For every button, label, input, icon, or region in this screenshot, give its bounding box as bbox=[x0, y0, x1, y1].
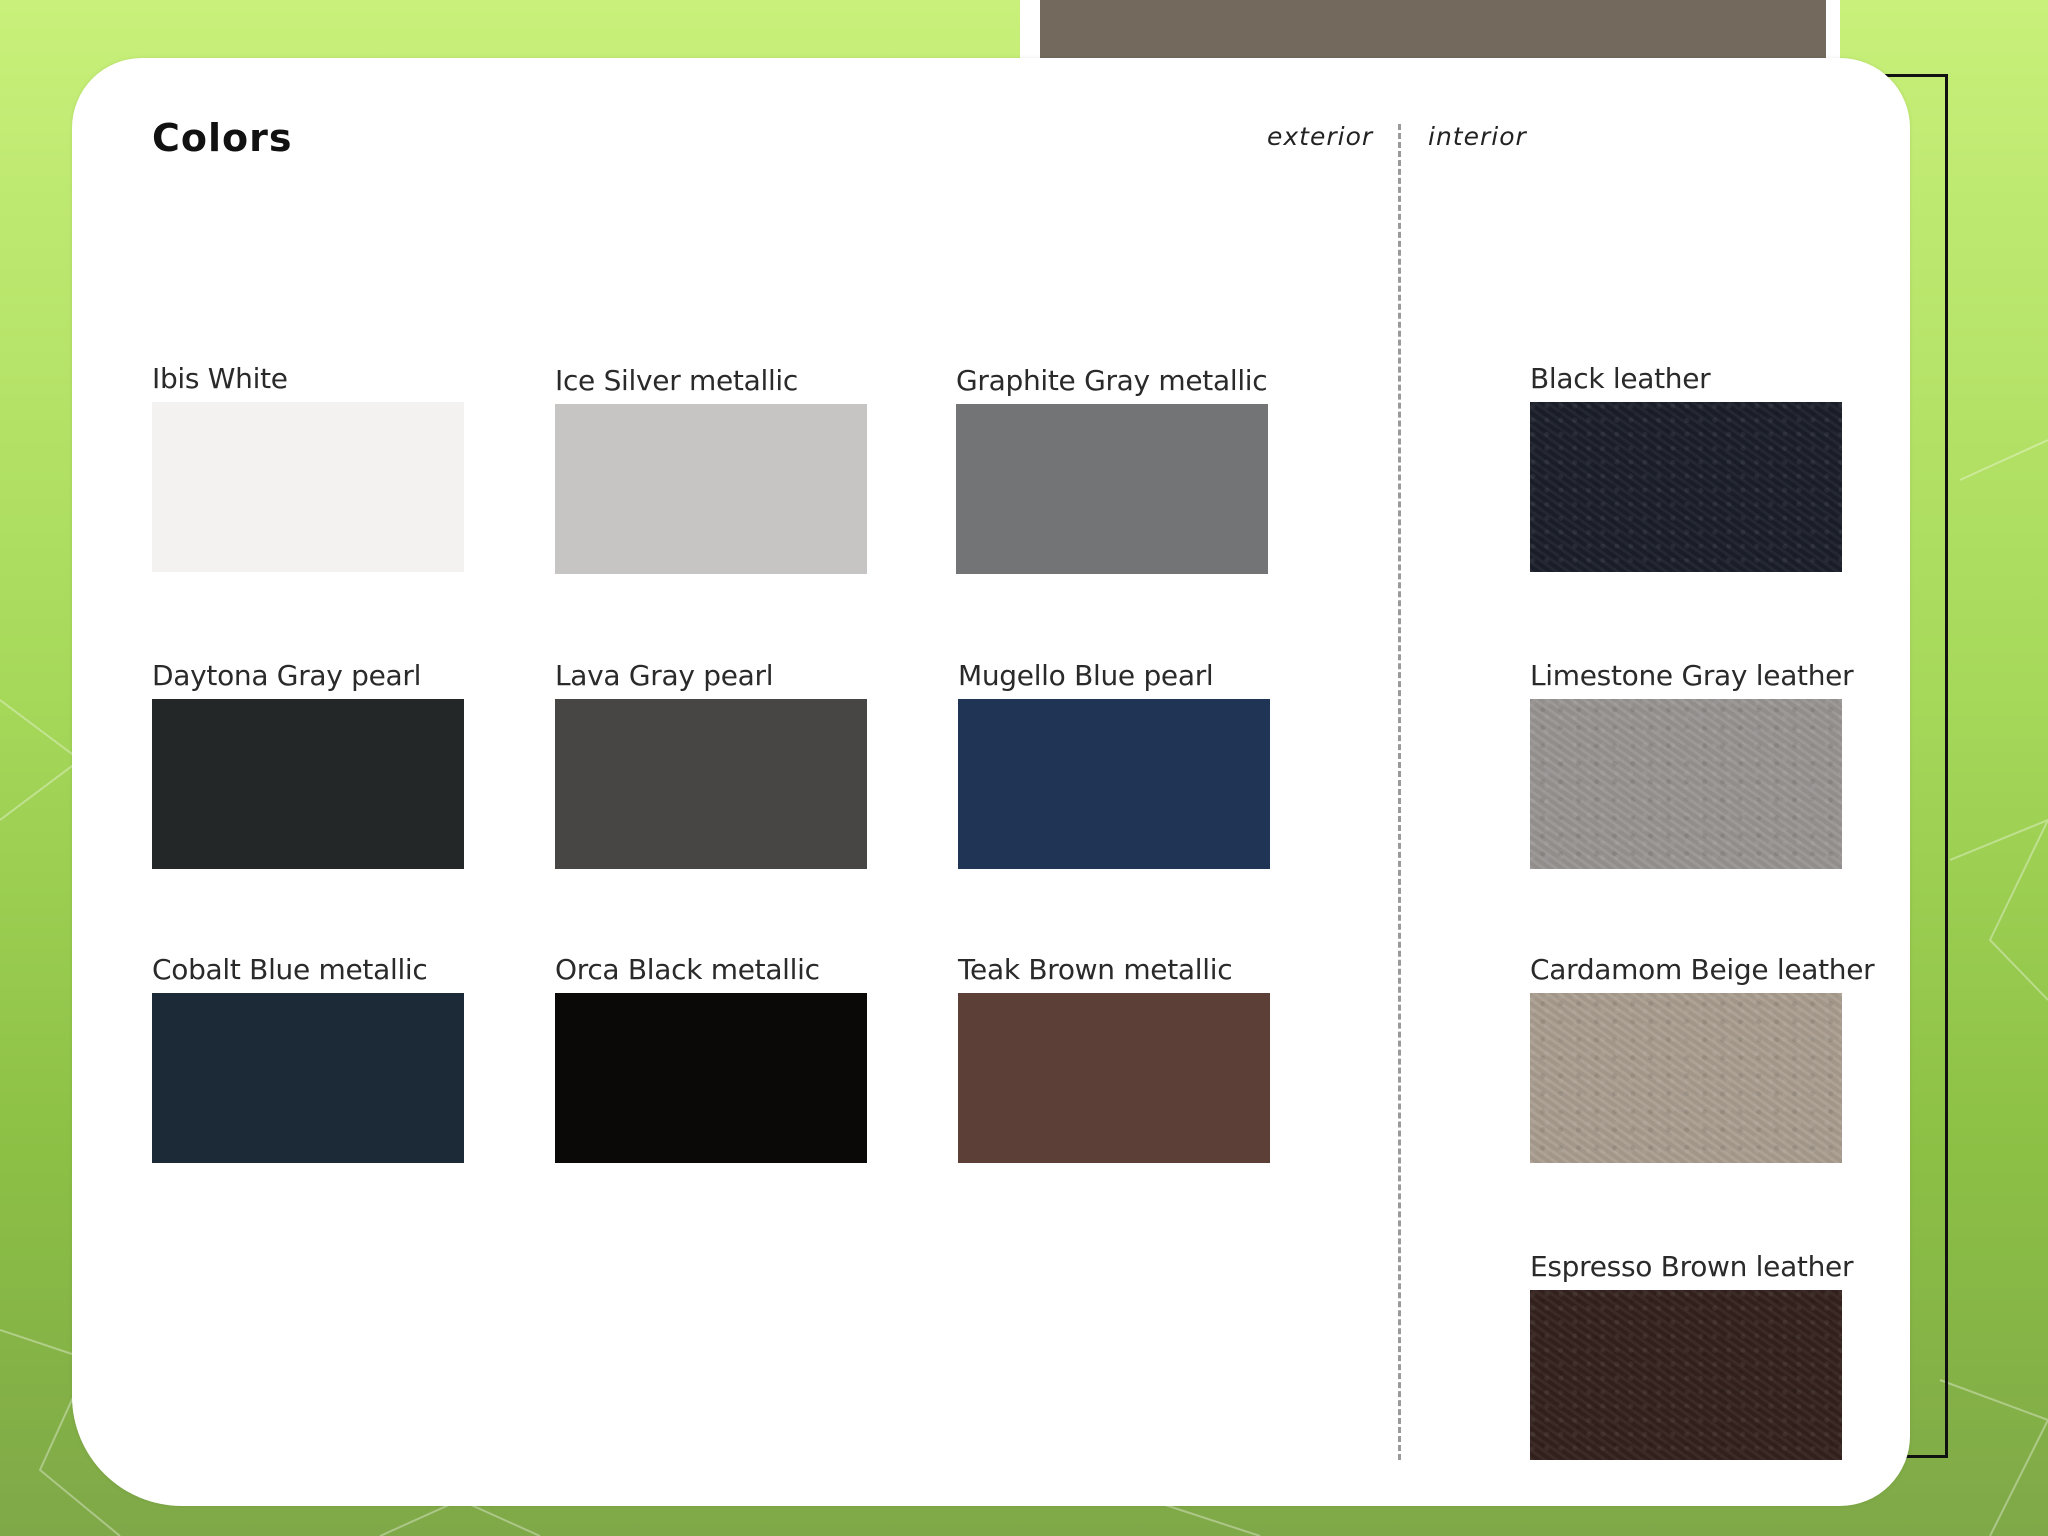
leather-swatch bbox=[1530, 699, 1842, 869]
top-photo bbox=[1040, 0, 1826, 60]
interior-label: interior bbox=[1428, 122, 1527, 151]
swatch-label: Ibis White bbox=[152, 362, 288, 395]
leather-swatch bbox=[1530, 1290, 1842, 1460]
leather-swatch bbox=[1530, 402, 1842, 572]
color-swatch bbox=[555, 993, 867, 1163]
color-swatch bbox=[956, 404, 1268, 574]
swatch-label: Orca Black metallic bbox=[555, 953, 820, 986]
swatch-label: Cobalt Blue metallic bbox=[152, 953, 428, 986]
color-swatch bbox=[958, 699, 1270, 869]
color-swatch bbox=[555, 699, 867, 869]
swatch-label: Lava Gray pearl bbox=[555, 659, 774, 692]
swatch-label: Limestone Gray leather bbox=[1530, 659, 1854, 692]
swatch-label: Black leather bbox=[1530, 362, 1711, 395]
swatch-label: Teak Brown metallic bbox=[958, 953, 1233, 986]
swatch-label: Daytona Gray pearl bbox=[152, 659, 422, 692]
color-swatch bbox=[152, 402, 464, 572]
color-swatch bbox=[152, 993, 464, 1163]
leather-swatch bbox=[1530, 993, 1842, 1163]
page-title: Colors bbox=[152, 116, 293, 160]
swatch-label: Ice Silver metallic bbox=[555, 364, 798, 397]
swatch-label: Cardamom Beige leather bbox=[1530, 953, 1875, 986]
swatch-label: Mugello Blue pearl bbox=[958, 659, 1214, 692]
swatch-label: Espresso Brown leather bbox=[1530, 1250, 1854, 1283]
exterior-label: exterior bbox=[1267, 122, 1374, 151]
color-swatch bbox=[958, 993, 1270, 1163]
section-divider bbox=[1398, 124, 1401, 1460]
color-swatch bbox=[555, 404, 867, 574]
color-swatch bbox=[152, 699, 464, 869]
swatch-label: Graphite Gray metallic bbox=[956, 364, 1268, 397]
